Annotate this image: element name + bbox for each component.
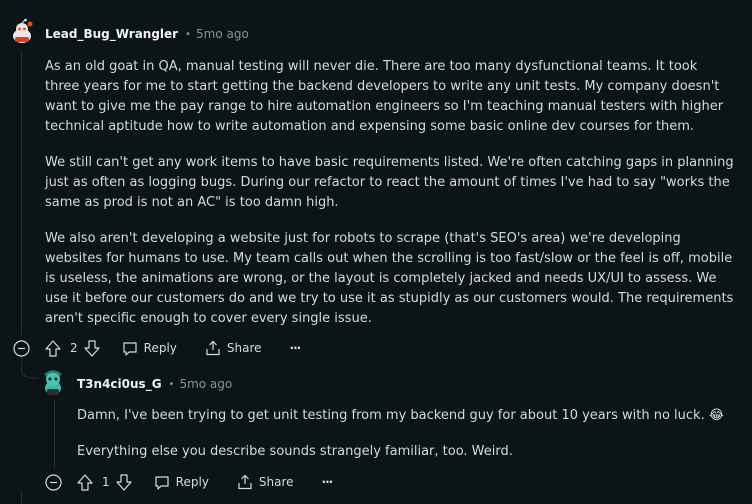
comment1-actions: 2 Reply Share ···: [45, 336, 302, 360]
collapse-thread-icon[interactable]: [13, 340, 30, 357]
share-button[interactable]: Share: [237, 474, 294, 490]
comment2-body: Damn, I've been trying to get unit testi…: [77, 406, 737, 462]
snoo-teal-avatar-icon[interactable]: [38, 367, 68, 397]
reply-button[interactable]: Reply: [154, 475, 209, 490]
downvote-icon[interactable]: [84, 339, 100, 357]
meta-separator: •: [168, 378, 175, 390]
more-options-icon[interactable]: ···: [322, 475, 334, 489]
comment1-paragraph: We still can't get any work items to hav…: [45, 155, 734, 210]
upvote-icon[interactable]: [77, 473, 93, 491]
vote-count: 2: [70, 341, 78, 355]
comment2-username[interactable]: T3n4ci0us_G: [77, 377, 162, 391]
share-button[interactable]: Share: [205, 340, 262, 356]
reply-button[interactable]: Reply: [122, 341, 177, 356]
comment2-meta: T3n4ci0us_G • 5mo ago: [77, 376, 232, 392]
comment1-body: As an old goat in QA, manual testing wil…: [45, 57, 735, 329]
comment2-actions: 1 Reply Share ···: [77, 470, 334, 494]
comment2-timestamp[interactable]: 5mo ago: [179, 377, 232, 391]
more-options-icon[interactable]: ···: [290, 341, 302, 355]
reply-icon: [123, 341, 137, 356]
downvote-icon[interactable]: [116, 473, 132, 491]
thread-line-main: [21, 52, 22, 335]
reply-icon: [155, 475, 169, 490]
reply-label: Reply: [175, 475, 209, 489]
thread-line-bottom: [21, 492, 22, 504]
reddit-snoo-avatar-icon[interactable]: [8, 18, 36, 46]
reply-label: Reply: [143, 341, 177, 355]
comment1-meta: Lead_Bug_Wrangler • 5mo ago: [45, 26, 249, 42]
thread-line-child: [54, 400, 55, 468]
share-icon: [206, 340, 220, 356]
comment2-paragraph: Damn, I've been trying to get unit testi…: [77, 408, 725, 423]
comment1-paragraph: We also aren't developing a website just…: [45, 231, 734, 326]
comment2-paragraph: Everything else you describe sounds stra…: [77, 444, 513, 459]
share-label: Share: [258, 475, 294, 489]
share-label: Share: [226, 341, 262, 355]
share-icon: [238, 474, 252, 490]
vote-count: 1: [102, 475, 110, 489]
collapse-thread-icon[interactable]: [45, 474, 62, 491]
meta-separator: •: [185, 28, 192, 40]
upvote-icon[interactable]: [45, 339, 61, 357]
comment1-timestamp[interactable]: 5mo ago: [196, 27, 249, 41]
comment1-username[interactable]: Lead_Bug_Wrangler: [45, 27, 178, 41]
comment1-paragraph: As an old goat in QA, manual testing wil…: [45, 59, 724, 134]
